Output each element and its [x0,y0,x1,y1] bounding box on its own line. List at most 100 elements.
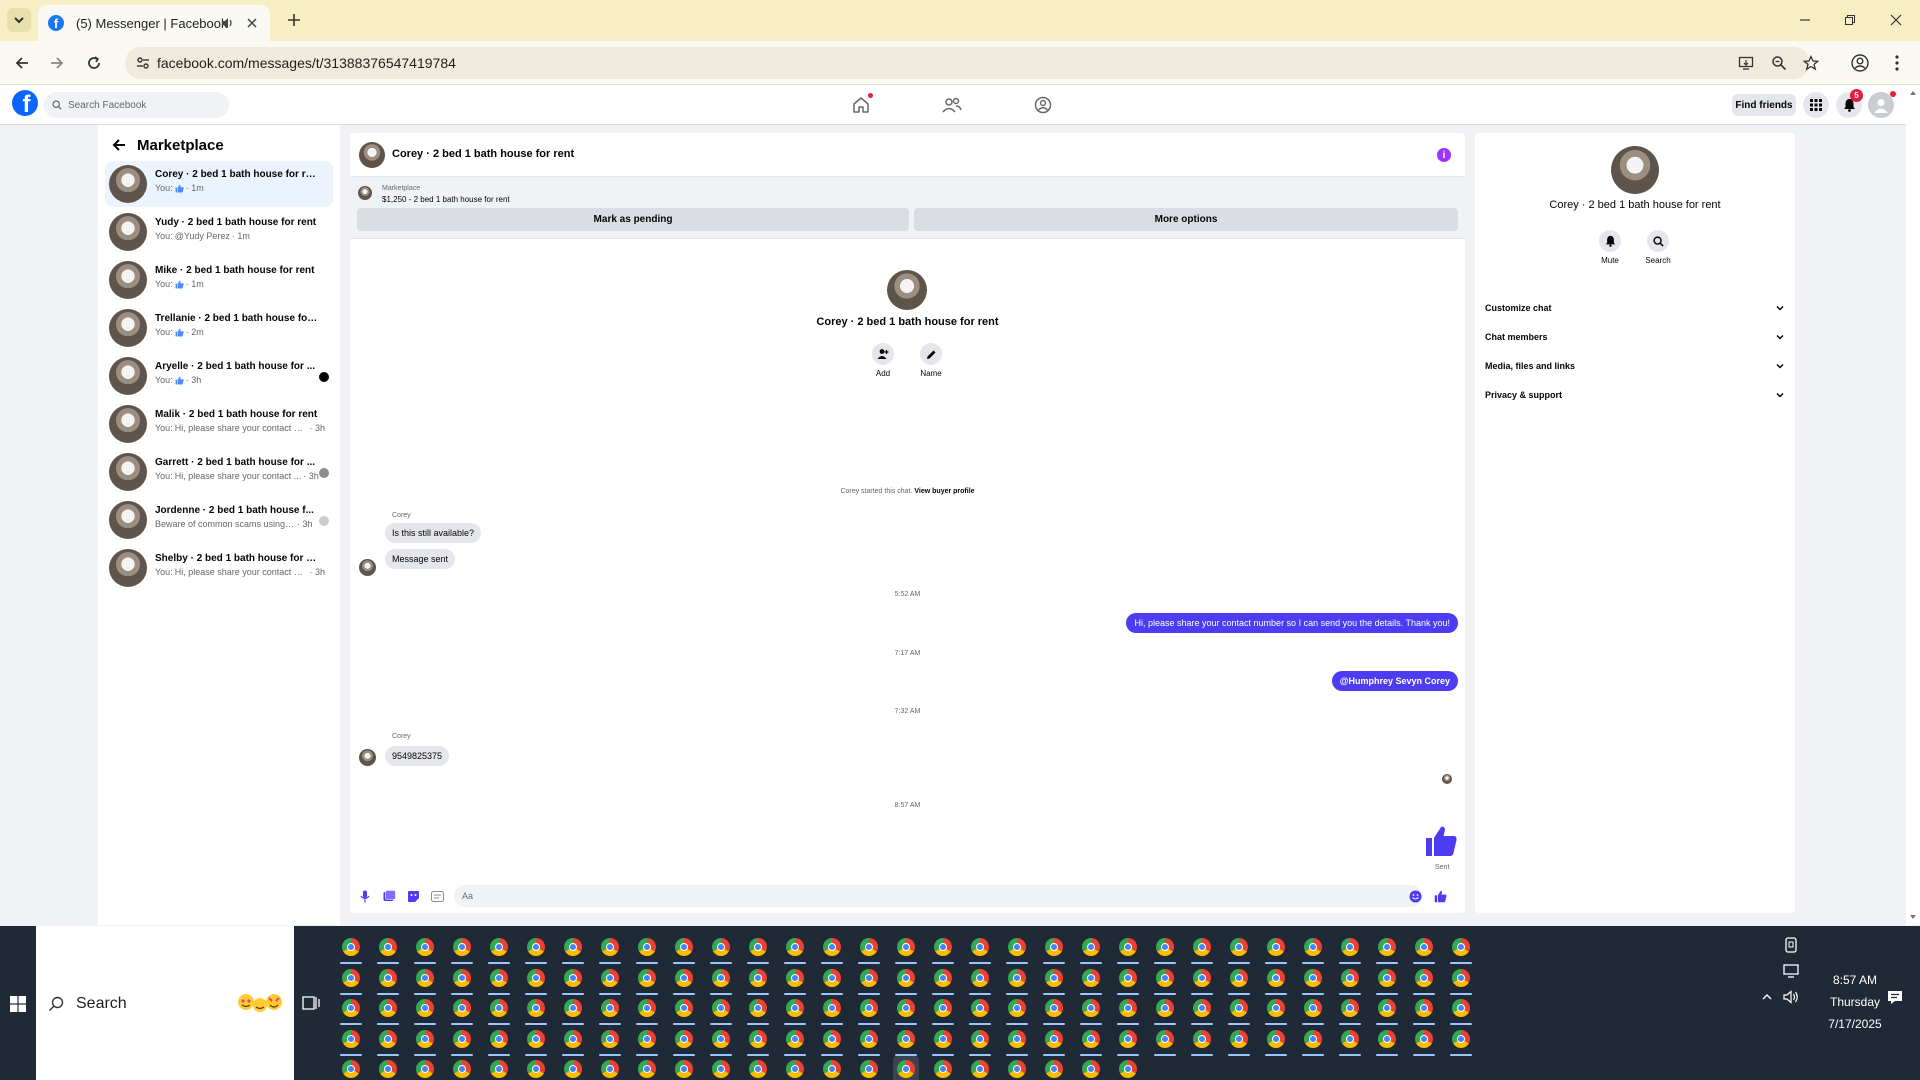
media-files-links-section[interactable]: Media, files and links [1485,354,1785,378]
chrome-taskbar-icon[interactable] [1226,965,1252,995]
chrome-taskbar-icon[interactable] [597,1056,623,1080]
chat-avatar[interactable] [359,142,385,168]
chrome-taskbar-icon[interactable] [1374,1026,1400,1056]
conversation-item[interactable]: Mike · 2 bed 1 bath house for rent You: · … [105,257,333,303]
chrome-taskbar-icon[interactable] [893,965,919,995]
chrome-taskbar-icon[interactable] [597,965,623,995]
chrome-taskbar-icon[interactable] [893,1026,919,1056]
like-button-icon[interactable] [1433,889,1447,903]
reload-button[interactable] [82,51,106,75]
view-buyer-profile-link[interactable]: View buyer profile [914,488,974,495]
chrome-taskbar-icon[interactable] [1411,1026,1437,1056]
gif-icon[interactable] [430,889,444,903]
search-in-conversation-button[interactable]: Search [1638,230,1678,265]
chrome-taskbar-icon[interactable] [893,934,919,964]
back-arrow-icon[interactable] [112,138,126,152]
chrome-taskbar-icon[interactable] [1041,1056,1067,1080]
zoom-icon[interactable] [1770,54,1788,72]
chrome-taskbar-icon[interactable] [1374,995,1400,1025]
chrome-taskbar-icon[interactable] [1115,995,1141,1025]
tab-search-button[interactable] [7,8,31,32]
chrome-taskbar-icon[interactable] [745,1026,771,1056]
chrome-taskbar-icon[interactable] [782,934,808,964]
chrome-taskbar-icon[interactable] [1226,934,1252,964]
chrome-taskbar-icon[interactable] [671,995,697,1025]
chrome-taskbar-icon[interactable] [967,1026,993,1056]
chrome-taskbar-icon[interactable] [1263,965,1289,995]
account-avatar[interactable] [1868,91,1896,118]
new-tab-button[interactable] [283,9,305,31]
chrome-taskbar-icon[interactable] [856,1026,882,1056]
chat-title[interactable]: Corey · 2 bed 1 bath house for rent [392,148,574,160]
chrome-taskbar-icon[interactable] [1152,965,1178,995]
chrome-taskbar-icon[interactable] [1004,965,1030,995]
minimize-button[interactable] [1793,8,1817,32]
show-hidden-icons-chevron-icon[interactable] [1758,988,1776,1006]
forward-button[interactable] [45,51,69,75]
chrome-taskbar-icon[interactable] [1041,934,1067,964]
chrome-taskbar-icon[interactable] [523,1026,549,1056]
chrome-taskbar-icon[interactable] [967,965,993,995]
chrome-taskbar-icon[interactable] [375,1026,401,1056]
sender-avatar[interactable] [359,749,376,766]
chrome-taskbar-icon[interactable] [1337,1026,1363,1056]
browser-menu-button[interactable] [1885,51,1909,75]
volume-icon[interactable] [1782,988,1800,1006]
more-options-button[interactable]: More options [914,208,1458,231]
chrome-taskbar-icon[interactable] [1411,965,1437,995]
chrome-taskbar-icon[interactable] [338,934,364,964]
chrome-taskbar-icon[interactable] [856,995,882,1025]
chrome-taskbar-icon[interactable] [1226,1026,1252,1056]
chrome-taskbar-icon[interactable] [486,1056,512,1080]
outgoing-message[interactable]: @Humphrey Sevyn Corey [1331,671,1458,691]
notification-center-icon[interactable] [1886,988,1904,1006]
chrome-taskbar-icon[interactable] [1263,934,1289,964]
speaker-icon[interactable] [220,16,234,30]
chrome-taskbar-icon[interactable] [634,995,660,1025]
chrome-taskbar-icon[interactable] [671,1026,697,1056]
conversation-item[interactable]: Garrett · 2 bed 1 bath house for ... You:… [105,449,333,495]
conversation-item[interactable]: Corey · 2 bed 1 bath house for rent You: ·… [105,161,333,207]
home-nav-button[interactable] [849,93,873,117]
sticker-icon[interactable] [406,889,420,903]
conversation-item[interactable]: Aryelle · 2 bed 1 bath house for ... You:… [105,353,333,399]
chrome-taskbar-icon[interactable] [930,1056,956,1080]
chrome-taskbar-icon[interactable] [708,995,734,1025]
listing-title[interactable]: $1,250 - 2 bed 1 bath house for rent [382,195,510,204]
chrome-taskbar-icon[interactable] [745,995,771,1025]
chrome-taskbar-icon[interactable] [1152,1026,1178,1056]
chrome-taskbar-icon[interactable] [782,965,808,995]
chrome-taskbar-icon[interactable] [1041,1026,1067,1056]
profile-button[interactable] [1848,51,1872,75]
chrome-taskbar-icon[interactable] [597,1026,623,1056]
chrome-taskbar-icon[interactable] [560,934,586,964]
chrome-taskbar-icon[interactable] [338,1056,364,1080]
chrome-taskbar-icon[interactable] [486,995,512,1025]
chrome-taskbar-icon[interactable] [634,1026,660,1056]
chrome-taskbar-icon[interactable] [1300,934,1326,964]
chrome-taskbar-icon[interactable] [1078,1026,1104,1056]
chrome-taskbar-icon[interactable] [412,1056,438,1080]
conversation-item[interactable]: Malik · 2 bed 1 bath house for rent You: H… [105,401,333,447]
chrome-taskbar-icon[interactable] [893,1056,919,1080]
chrome-taskbar-icon[interactable] [1337,934,1363,964]
chrome-taskbar-icon[interactable] [375,995,401,1025]
chrome-taskbar-icon[interactable] [634,965,660,995]
chrome-taskbar-icon[interactable] [1041,995,1067,1025]
chrome-taskbar-icon[interactable] [1189,1026,1215,1056]
chrome-taskbar-icon[interactable] [1078,995,1104,1025]
chrome-taskbar-icon[interactable] [1263,1026,1289,1056]
chat-profile-avatar[interactable] [887,270,927,310]
chrome-taskbar-icon[interactable] [1189,995,1215,1025]
chrome-taskbar-icon[interactable] [745,1056,771,1080]
groups-nav-button[interactable] [1031,93,1055,117]
chrome-taskbar-icon[interactable] [634,934,660,964]
facebook-logo-icon[interactable]: f [12,90,38,116]
chrome-taskbar-icon[interactable] [449,1026,475,1056]
chrome-taskbar-icon[interactable] [486,965,512,995]
privacy-support-section[interactable]: Privacy & support [1485,383,1785,407]
chrome-taskbar-icon[interactable] [1078,965,1104,995]
chrome-taskbar-icon[interactable] [1448,965,1474,995]
clock-time[interactable]: 8:57 AM [1810,973,1900,987]
customize-chat-section[interactable]: Customize chat [1485,296,1785,320]
